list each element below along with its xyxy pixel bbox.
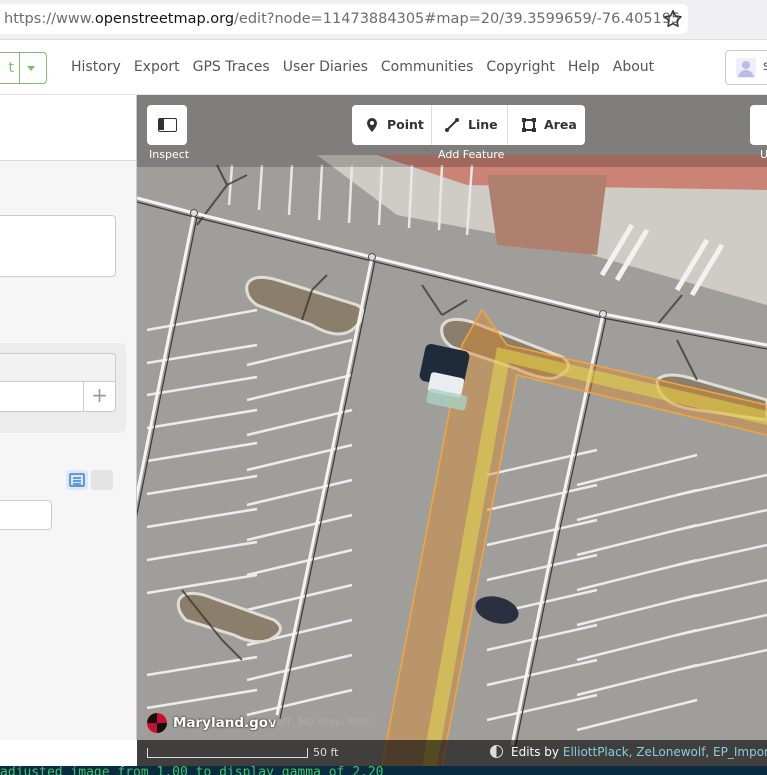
attribution-users[interactable]: ElliottPlack, ZeLonewolf, EP_Import, [563,745,767,759]
add-feature-label: Add Feature [438,148,505,161]
url-prefix: https://www. [4,11,95,27]
sidebar-header [0,95,136,161]
nav-copyright[interactable]: Copyright [486,59,554,75]
edit-button-label: t [8,60,15,76]
star-icon[interactable] [662,8,684,30]
nav-gps-traces[interactable]: GPS Traces [193,59,270,75]
tag-field-value[interactable] [0,382,84,412]
maryland-flag-icon [147,713,167,733]
nav-about[interactable]: About [613,59,654,75]
attribution-prefix: Edits by [511,745,560,759]
edit-button[interactable]: t [0,52,47,84]
map-toolbar: Inspect Point Line Area Add Feature U [137,95,767,167]
line-label: Line [468,117,498,132]
point-icon [367,118,377,132]
imagery-provider-name: Maryland.gov [173,715,277,731]
map-canvas[interactable]: Inspect Point Line Area Add Feature U Ma… [137,95,767,766]
scale-bar[interactable] [147,748,308,758]
add-tag-button[interactable]: + [83,382,116,412]
user-menu[interactable]: s [725,50,767,85]
chevron-down-icon[interactable] [27,66,35,71]
inspect-label: Inspect [149,148,190,161]
feature-editor-sidebar: + [0,95,137,740]
nav-user-diaries[interactable]: User Diaries [283,59,368,75]
url-path: /edit?node=11473884305#map=20/39.3599659… [234,11,681,27]
nav-export[interactable]: Export [134,59,180,75]
history-panel-icon[interactable] [490,745,503,758]
add-line-button[interactable]: Line [432,105,508,145]
sidebar-input[interactable] [0,500,52,530]
edit-button-divider [19,53,20,83]
line-icon [445,118,459,132]
undo-button[interactable] [750,105,767,145]
add-feature-group: Point Line Area [352,105,585,145]
edit-attribution: Edits by ElliottPlack, ZeLonewolf, EP_Im… [490,745,767,759]
list-view-icon[interactable] [66,470,88,490]
user-name: s [763,59,767,74]
url-field[interactable]: https://www.openstreetmap.org/edit?node=… [0,4,688,34]
area-label: Area [544,117,577,132]
undo-label: U [760,148,767,161]
sidebar-toggle-icon [158,118,177,132]
nav-communities[interactable]: Communities [381,59,474,75]
inspect-button[interactable] [147,105,187,145]
tag-field-key[interactable] [0,353,116,382]
nav-links: History Export GPS Traces User Diaries C… [71,59,667,75]
scale-label: 50 ft [313,746,339,759]
url-domain: openstreetmap.org [94,11,235,27]
site-header: t History Export GPS Traces User Diaries… [0,40,767,95]
aerial-imagery [137,95,767,766]
area-icon [522,118,536,132]
imagery-credit: DoIT, MD iMap, MDP [269,717,371,728]
browser-toolbar: https://www.openstreetmap.org/edit?node=… [0,0,767,40]
point-label: Point [387,117,424,132]
add-point-button[interactable]: Point [352,105,432,145]
add-area-button[interactable]: Area [508,105,585,145]
map-footer: 50 ft Edits by ElliottPlack, ZeLonewolf,… [137,740,767,766]
nav-history[interactable]: History [71,59,121,75]
avatar-icon [736,58,756,78]
text-view-icon[interactable] [91,470,113,490]
field-textarea[interactable] [0,215,116,277]
terminal-strip: adjusted image from 1.00 to display gamm… [0,766,767,775]
nav-help[interactable]: Help [568,59,600,75]
